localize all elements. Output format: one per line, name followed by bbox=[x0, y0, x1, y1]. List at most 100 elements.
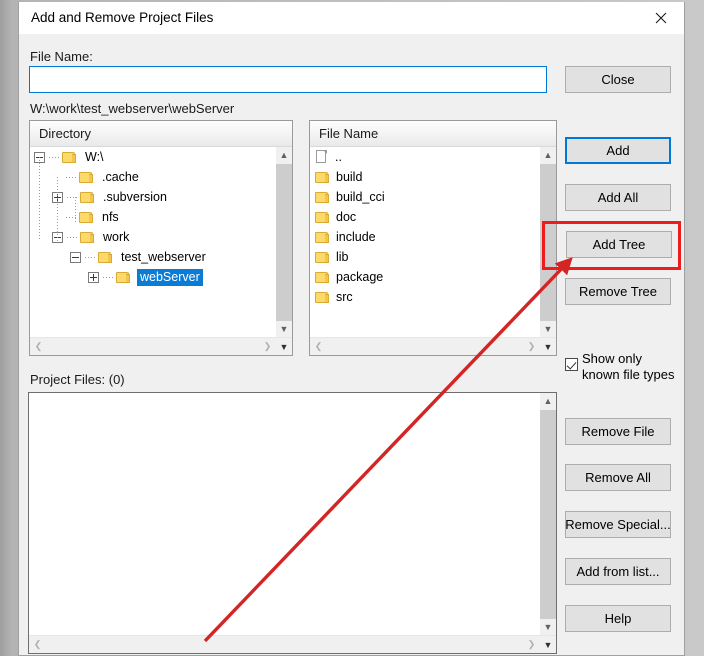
tree-connector bbox=[66, 216, 78, 218]
directory-tree-item-label: nfs bbox=[102, 210, 119, 224]
tree-connector bbox=[103, 276, 115, 278]
scroll-down-icon[interactable]: ▼ bbox=[276, 321, 292, 338]
file-list-item[interactable]: .. bbox=[310, 147, 540, 167]
directory-tree-item-label: webServer bbox=[137, 268, 203, 286]
folder-icon bbox=[79, 171, 94, 184]
directory-panel-header: Directory bbox=[30, 121, 292, 147]
remove-all-button[interactable]: Remove All bbox=[565, 464, 671, 491]
tree-guide-line bbox=[39, 157, 40, 241]
directory-tree-item-label: .cache bbox=[102, 170, 139, 184]
tree-connector bbox=[49, 156, 61, 158]
checkbox-label: Show only known file types bbox=[582, 351, 675, 382]
scroll-corner-down-icon[interactable]: ▼ bbox=[540, 338, 556, 355]
file-list-item-label: include bbox=[336, 230, 376, 244]
scroll-down-icon[interactable]: ▼ bbox=[540, 321, 556, 338]
scroll-thumb[interactable] bbox=[276, 164, 292, 321]
file-icon bbox=[315, 149, 329, 165]
add-from-list-button[interactable]: Add from list... bbox=[565, 558, 671, 585]
project-files-list[interactable]: ▲ ▼ ❮ ❯ ▼ bbox=[28, 392, 557, 654]
file-list-item[interactable]: lib bbox=[310, 247, 540, 267]
scroll-right-icon[interactable]: ❯ bbox=[259, 338, 276, 354]
window-title: Add and Remove Project Files bbox=[31, 10, 214, 25]
file-list-item-label: package bbox=[336, 270, 384, 284]
directory-tree-item[interactable]: W:\ bbox=[30, 147, 276, 167]
directory-tree-item-label: W:\ bbox=[85, 150, 104, 164]
expand-icon[interactable] bbox=[88, 271, 99, 283]
scroll-corner-down-icon[interactable]: ▼ bbox=[540, 636, 556, 653]
file-list-item-label: build_cci bbox=[336, 190, 385, 204]
remove-file-button[interactable]: Remove File bbox=[565, 418, 671, 445]
title-bar: Add and Remove Project Files bbox=[19, 2, 684, 34]
tree-connector bbox=[67, 196, 79, 198]
tree-connector bbox=[85, 256, 97, 258]
scroll-up-icon[interactable]: ▲ bbox=[276, 147, 292, 164]
directory-tree-item-label: work bbox=[103, 230, 130, 244]
file-list-item-label: src bbox=[336, 290, 353, 304]
directory-vertical-scrollbar[interactable]: ▲ ▼ bbox=[275, 147, 292, 338]
file-list-item[interactable]: package bbox=[310, 267, 540, 287]
file-vertical-scrollbar[interactable]: ▲ ▼ bbox=[539, 147, 556, 338]
project-files-label: Project Files: (0) bbox=[30, 372, 125, 387]
close-button[interactable] bbox=[638, 2, 684, 33]
directory-tree-item[interactable]: webServer bbox=[30, 267, 276, 287]
add-all-button[interactable]: Add All bbox=[565, 184, 671, 211]
folder-icon bbox=[315, 231, 330, 244]
remove-special-button[interactable]: Remove Special... bbox=[565, 511, 671, 538]
file-list-item[interactable]: doc bbox=[310, 207, 540, 227]
folder-icon bbox=[79, 211, 94, 224]
directory-tree-item-label: test_webserver bbox=[121, 250, 206, 264]
folder-icon bbox=[116, 271, 131, 284]
project-files-body[interactable] bbox=[29, 393, 540, 636]
file-list-item[interactable]: build_cci bbox=[310, 187, 540, 207]
tree-guide-line bbox=[75, 197, 76, 223]
directory-tree-item[interactable]: .subversion bbox=[30, 187, 276, 207]
file-horizontal-scrollbar[interactable]: ❮ ❯ bbox=[310, 337, 556, 355]
scroll-left-icon[interactable]: ❮ bbox=[310, 338, 327, 354]
file-list-item[interactable]: include bbox=[310, 227, 540, 247]
scroll-up-icon[interactable]: ▲ bbox=[540, 393, 556, 410]
folder-icon bbox=[62, 151, 77, 164]
scroll-up-icon[interactable]: ▲ bbox=[540, 147, 556, 164]
folder-icon bbox=[98, 251, 113, 264]
file-panel-header: File Name bbox=[310, 121, 556, 147]
file-list-item-label: .. bbox=[335, 150, 342, 164]
close-icon bbox=[655, 12, 667, 24]
checkbox-box-icon[interactable] bbox=[565, 358, 578, 371]
add-button[interactable]: Add bbox=[565, 137, 671, 164]
tree-connector bbox=[67, 236, 79, 238]
scroll-left-icon[interactable]: ❮ bbox=[30, 338, 47, 354]
file-list-item-label: build bbox=[336, 170, 363, 184]
help-button[interactable]: Help bbox=[565, 605, 671, 632]
scroll-corner-down-icon[interactable]: ▼ bbox=[276, 338, 292, 355]
close-dialog-button[interactable]: Close bbox=[565, 66, 671, 93]
scroll-left-icon[interactable]: ❮ bbox=[29, 636, 46, 652]
directory-horizontal-scrollbar[interactable]: ❮ ❯ bbox=[30, 337, 292, 355]
add-remove-project-files-dialog: Add and Remove Project Files File Name: … bbox=[18, 2, 685, 656]
add-tree-button[interactable]: Add Tree bbox=[566, 231, 672, 258]
directory-panel: Directory W:\ .cache .subversion nfs work tes… bbox=[29, 120, 293, 356]
directory-tree-item[interactable]: nfs bbox=[30, 207, 276, 227]
scroll-thumb[interactable] bbox=[540, 164, 556, 321]
file-list-item[interactable]: build bbox=[310, 167, 540, 187]
directory-tree[interactable]: W:\ .cache .subversion nfs work test_webserve… bbox=[30, 147, 276, 338]
directory-header-label: Directory bbox=[39, 126, 92, 141]
show-only-known-file-types-checkbox[interactable]: Show only known file types bbox=[565, 351, 683, 383]
collapse-icon[interactable] bbox=[70, 251, 81, 263]
file-name-input[interactable] bbox=[29, 66, 547, 93]
scroll-right-icon[interactable]: ❯ bbox=[523, 636, 540, 652]
remove-tree-button[interactable]: Remove Tree bbox=[565, 278, 671, 305]
directory-tree-item[interactable]: .cache bbox=[30, 167, 276, 187]
scroll-down-icon[interactable]: ▼ bbox=[540, 619, 556, 636]
file-list-item-label: doc bbox=[336, 210, 357, 224]
folder-icon bbox=[315, 291, 330, 304]
file-list-item[interactable]: src bbox=[310, 287, 540, 307]
directory-tree-item-label: .subversion bbox=[103, 190, 167, 204]
directory-tree-item[interactable]: work bbox=[30, 227, 276, 247]
scroll-right-icon[interactable]: ❯ bbox=[523, 338, 540, 354]
scroll-thumb[interactable] bbox=[540, 410, 556, 619]
project-horizontal-scrollbar[interactable]: ❮ ❯ bbox=[29, 635, 556, 653]
directory-tree-item[interactable]: test_webserver bbox=[30, 247, 276, 267]
folder-icon bbox=[80, 191, 95, 204]
file-list[interactable]: .. build build_ccidoc include lib package src bbox=[310, 147, 540, 338]
project-vertical-scrollbar[interactable]: ▲ ▼ bbox=[539, 393, 556, 636]
